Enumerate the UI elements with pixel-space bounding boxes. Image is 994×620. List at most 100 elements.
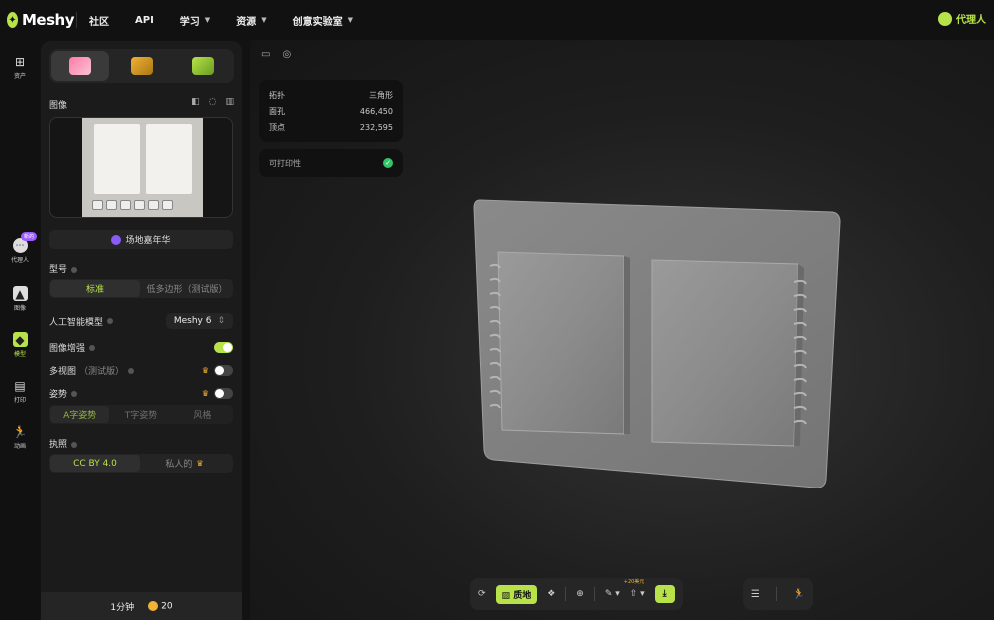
model-type-lowpoly[interactable]: 低多边形（测试版） — [142, 280, 232, 297]
model-type-title: 型号 — [49, 262, 78, 275]
nav-creative-lab[interactable]: 创意实验室 ▼ — [293, 13, 353, 28]
meshy-logo-icon: ✦ — [7, 12, 18, 28]
credit-value: 20 — [161, 601, 173, 612]
flip-icon[interactable]: ◧ — [191, 97, 200, 107]
ai-model-select[interactable]: Meshy 6 ⇕ — [165, 313, 233, 329]
mode-tabs — [49, 49, 234, 83]
image-enhance-row: 图像增强 — [49, 341, 233, 354]
left-rail: ⊞ 资产 ⋯ 新的 代理人 ▲ 图像 ◆ 模型 ▤ 打印 🏃 动画 — [0, 40, 40, 620]
generate-button[interactable]: 1分钟 20 — [41, 592, 242, 620]
info-icon[interactable] — [107, 318, 114, 324]
coin-icon — [148, 600, 159, 611]
brand-name: Meshy — [22, 11, 75, 29]
license-private[interactable]: 私人的 ♛ — [142, 455, 232, 472]
ai-model-label: 人工智能模型 — [49, 317, 104, 328]
info-icon[interactable] — [71, 441, 78, 448]
printability-card[interactable]: 可打印性 ✓ — [259, 149, 403, 177]
pose-style[interactable]: 风格 — [173, 406, 232, 423]
material-icon[interactable]: ❖ — [547, 589, 555, 599]
toolbar-divider — [565, 587, 567, 601]
rail-item-assets[interactable]: ⊞ 资产 — [0, 54, 40, 81]
info-icon[interactable] — [71, 390, 78, 397]
agent-button-label: 代理人 — [956, 15, 986, 26]
axis-icon[interactable]: ⊕ — [576, 589, 584, 599]
pose-a[interactable]: A字姿势 — [50, 406, 110, 423]
animate-icon[interactable]: 🏃 — [793, 589, 805, 600]
globe-icon[interactable]: ◎ — [282, 49, 291, 60]
rail-item-agent[interactable]: ⋯ 新的 代理人 — [0, 232, 40, 264]
crown-icon: ♛ — [201, 366, 209, 375]
nav-divider — [76, 12, 77, 28]
multiview-toggle[interactable] — [214, 365, 233, 376]
rail-item-animation[interactable]: 🏃 动画 — [0, 424, 40, 451]
nav-learn-label: 学习 — [179, 16, 200, 28]
viewport-toolbar: ⟳ ▨ 质地 ❖ ⊕ ✎ ▾ +20美元 ⇧ ▾ ⤓ — [470, 578, 683, 610]
chevron-down-icon: ▼ — [261, 16, 267, 24]
multiview-label: 多视图 — [49, 367, 77, 377]
scene-icon — [111, 234, 122, 245]
nav-community[interactable]: 社区 — [89, 13, 109, 28]
info-icon[interactable] — [89, 344, 96, 351]
check-icon: ✓ — [383, 158, 393, 168]
license-cc-by[interactable]: CC BY 4.0 — [50, 455, 140, 472]
nav-api[interactable]: API — [135, 15, 154, 26]
tab-text-to-3d[interactable] — [174, 51, 232, 81]
info-icon[interactable] — [128, 367, 135, 374]
image-tools: ◧ ◌ ▥ — [191, 97, 234, 107]
toolbar-divider — [775, 587, 777, 601]
model-type-standard[interactable]: 标准 — [50, 280, 140, 297]
cube-icon: ◆ — [12, 332, 28, 347]
brand-logo[interactable]: ✦ Meshy — [0, 11, 75, 29]
rail-item-model[interactable]: ◆ 模型 — [0, 332, 40, 358]
info-icon[interactable] — [71, 266, 78, 273]
notebook-left-image — [94, 124, 140, 194]
pose-toggle[interactable] — [214, 388, 233, 399]
crown-icon: ♛ — [196, 459, 204, 468]
printability-label: 可打印性 — [269, 158, 301, 168]
scene-button-label: 场地嘉年华 — [125, 236, 171, 246]
top-navigation-bar: ✦ Meshy 社区 API 学习 ▼ 资源 ▼ 创意实验室 ▼ 代理人 — [0, 0, 994, 40]
toolbar-divider — [593, 587, 595, 601]
credit-cost: 20 — [148, 600, 173, 612]
agent-button[interactable]: 代理人 — [938, 11, 986, 26]
generation-panel: 图像 ◧ ◌ ▥ 场地嘉年华 型号 标准 低多边形（测试版） 人工智能模型 Me… — [41, 41, 242, 620]
scene-button[interactable]: 场地嘉年华 — [49, 230, 233, 249]
tab-image-to-3d[interactable] — [51, 51, 109, 81]
pose-t[interactable]: T字姿势 — [111, 406, 170, 423]
tab-multi-image[interactable] — [113, 51, 171, 81]
monitor-icon[interactable]: ▭ — [261, 49, 270, 60]
rail-item-label: 模型 — [13, 351, 26, 358]
rail-item-label: 打印 — [13, 397, 26, 404]
nav-resources[interactable]: 资源 ▼ — [236, 13, 266, 28]
thumbnail-strip — [92, 200, 173, 210]
agent-chat-icon — [938, 11, 952, 26]
download-button[interactable]: ⤓ — [654, 585, 675, 603]
brush-icon[interactable]: ✎ ▾ — [605, 589, 620, 599]
lightbulb-icon[interactable]: ◌ — [209, 97, 217, 107]
rail-item-print[interactable]: ▤ 打印 — [0, 378, 40, 405]
license-title: 执照 — [49, 437, 78, 450]
nav-community-label: 社区 — [89, 16, 109, 28]
new-badge: 新的 — [21, 232, 38, 241]
notebook-right-image — [146, 124, 192, 194]
multiview-beta-label: （测试版） — [79, 367, 125, 377]
texture-button[interactable]: ▨ 质地 — [495, 584, 538, 604]
grid-icon: ⊞ — [14, 54, 26, 69]
ai-model-row: 人工智能模型 Meshy 6 ⇕ — [49, 313, 233, 329]
refresh-icon[interactable]: ⟳ — [478, 589, 486, 599]
model-type-selector: 标准 低多边形（测试版） — [49, 279, 233, 298]
export-menu[interactable]: +20美元 ⇧ ▾ — [624, 579, 645, 599]
multiview-row: 多视图 （测试版） ♛ — [49, 364, 233, 377]
image-enhance-toggle[interactable] — [214, 342, 233, 353]
nav-learn[interactable]: 学习 ▼ — [180, 13, 210, 28]
stat-vertices: 顶点 232,595 — [269, 122, 393, 132]
3d-viewport[interactable]: ▭ ◎ 拓扑三角形 面孔466,450 顶点232,595 可打印性 ✓ — [250, 40, 994, 620]
trash-icon[interactable]: ▥ — [225, 97, 234, 107]
green-cube-icon — [192, 57, 215, 75]
upload-icon: ⇧ ▾ — [629, 589, 645, 599]
nav-resources-label: 资源 — [236, 16, 257, 28]
image-preview[interactable] — [49, 117, 233, 218]
align-icon[interactable]: ☰ — [751, 589, 760, 600]
rail-item-image[interactable]: ▲ 图像 — [0, 286, 40, 312]
crown-icon: ♛ — [201, 389, 209, 398]
